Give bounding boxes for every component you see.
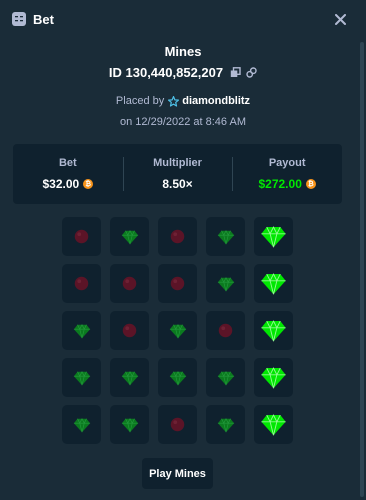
mine-tile (62, 217, 101, 256)
mine-tile (254, 264, 293, 303)
mine-tile (158, 264, 197, 303)
vip-star-icon (168, 95, 180, 107)
mine-tile (254, 311, 293, 350)
gem-icon (169, 370, 186, 385)
mine-icon (170, 229, 185, 244)
mine-icon (170, 276, 185, 291)
mine-tile (206, 358, 245, 397)
gem-icon (73, 417, 90, 432)
mine-tile (206, 311, 245, 350)
gem-icon (169, 323, 186, 338)
bet-id-row: ID 130,440,852,207 (0, 65, 366, 80)
payout-label: Payout (268, 157, 306, 169)
mine-tile (158, 311, 197, 350)
modal-header: Bet (0, 0, 366, 38)
multiplier-value-row: 8.50× (162, 177, 192, 191)
play-mines-button[interactable]: Play Mines (142, 458, 213, 489)
payout-value: $272.00 (258, 177, 302, 191)
username-link[interactable]: diamondblitz (182, 95, 250, 107)
mine-tile (110, 311, 149, 350)
bitcoin-icon: ₿ (83, 179, 94, 189)
placed-by-row: Placed by diamondblitz (0, 95, 366, 107)
gem-icon (217, 276, 234, 291)
close-button[interactable] (332, 11, 348, 27)
mine-icon (122, 276, 137, 291)
mine-tile (110, 264, 149, 303)
mine-tile (158, 405, 197, 444)
mine-tile (110, 405, 149, 444)
gem-icon (73, 370, 90, 385)
game-title: Mines (164, 44, 202, 59)
copy-icon[interactable] (230, 67, 241, 78)
mine-tile (62, 264, 101, 303)
mine-tile (206, 264, 245, 303)
mines-grid (62, 217, 293, 444)
mine-tile (254, 217, 293, 256)
gem-icon (261, 319, 286, 342)
bet-value: $32.00 (42, 177, 80, 191)
gem-icon (261, 225, 286, 248)
close-icon (334, 13, 346, 25)
bet-date: on 12/29/2022 at 8:46 AM (120, 116, 246, 128)
gem-icon (121, 370, 138, 385)
bet-slip-icon (12, 12, 26, 26)
stats-panel: Bet $32.00 ₿ Multiplier 8.50× Payout $27… (13, 144, 342, 204)
mine-tile (62, 358, 101, 397)
scrollbar[interactable] (360, 42, 364, 497)
mine-tile (62, 405, 101, 444)
gem-icon (217, 417, 234, 432)
bitcoin-icon: ₿ (305, 179, 316, 189)
gem-icon (73, 323, 90, 338)
gem-icon (121, 229, 138, 244)
mine-tile (110, 358, 149, 397)
bet-label: Bet (58, 157, 77, 169)
mine-tile (62, 311, 101, 350)
gem-icon (217, 370, 234, 385)
multiplier-label: Multiplier (153, 157, 202, 169)
gem-icon (261, 272, 286, 295)
mine-tile (158, 217, 197, 256)
gem-icon (121, 417, 138, 432)
mine-icon (218, 323, 233, 338)
placed-by-label: Placed by (115, 95, 165, 107)
gem-icon (217, 229, 234, 244)
mine-tile (158, 358, 197, 397)
link-icon[interactable] (246, 67, 257, 78)
bet-id: ID 130,440,852,207 (108, 65, 224, 80)
payout-value-row: $272.00 ₿ (258, 177, 316, 191)
multiplier-stat: Multiplier 8.50× (122, 144, 233, 204)
mine-tile (254, 358, 293, 397)
mine-icon (122, 323, 137, 338)
bet-stat: Bet $32.00 ₿ (13, 144, 123, 204)
multiplier-value: 8.50× (162, 177, 193, 191)
mine-tile (110, 217, 149, 256)
mine-icon (74, 276, 89, 291)
gem-icon (261, 413, 286, 436)
mine-icon (74, 229, 89, 244)
modal-title: Bet (33, 11, 54, 27)
mine-tile (206, 217, 245, 256)
bet-value-row: $32.00 ₿ (42, 177, 94, 191)
payout-stat: Payout $272.00 ₿ (232, 144, 342, 204)
mine-icon (170, 417, 185, 432)
mine-tile (254, 405, 293, 444)
gem-icon (261, 366, 286, 389)
mine-tile (206, 405, 245, 444)
